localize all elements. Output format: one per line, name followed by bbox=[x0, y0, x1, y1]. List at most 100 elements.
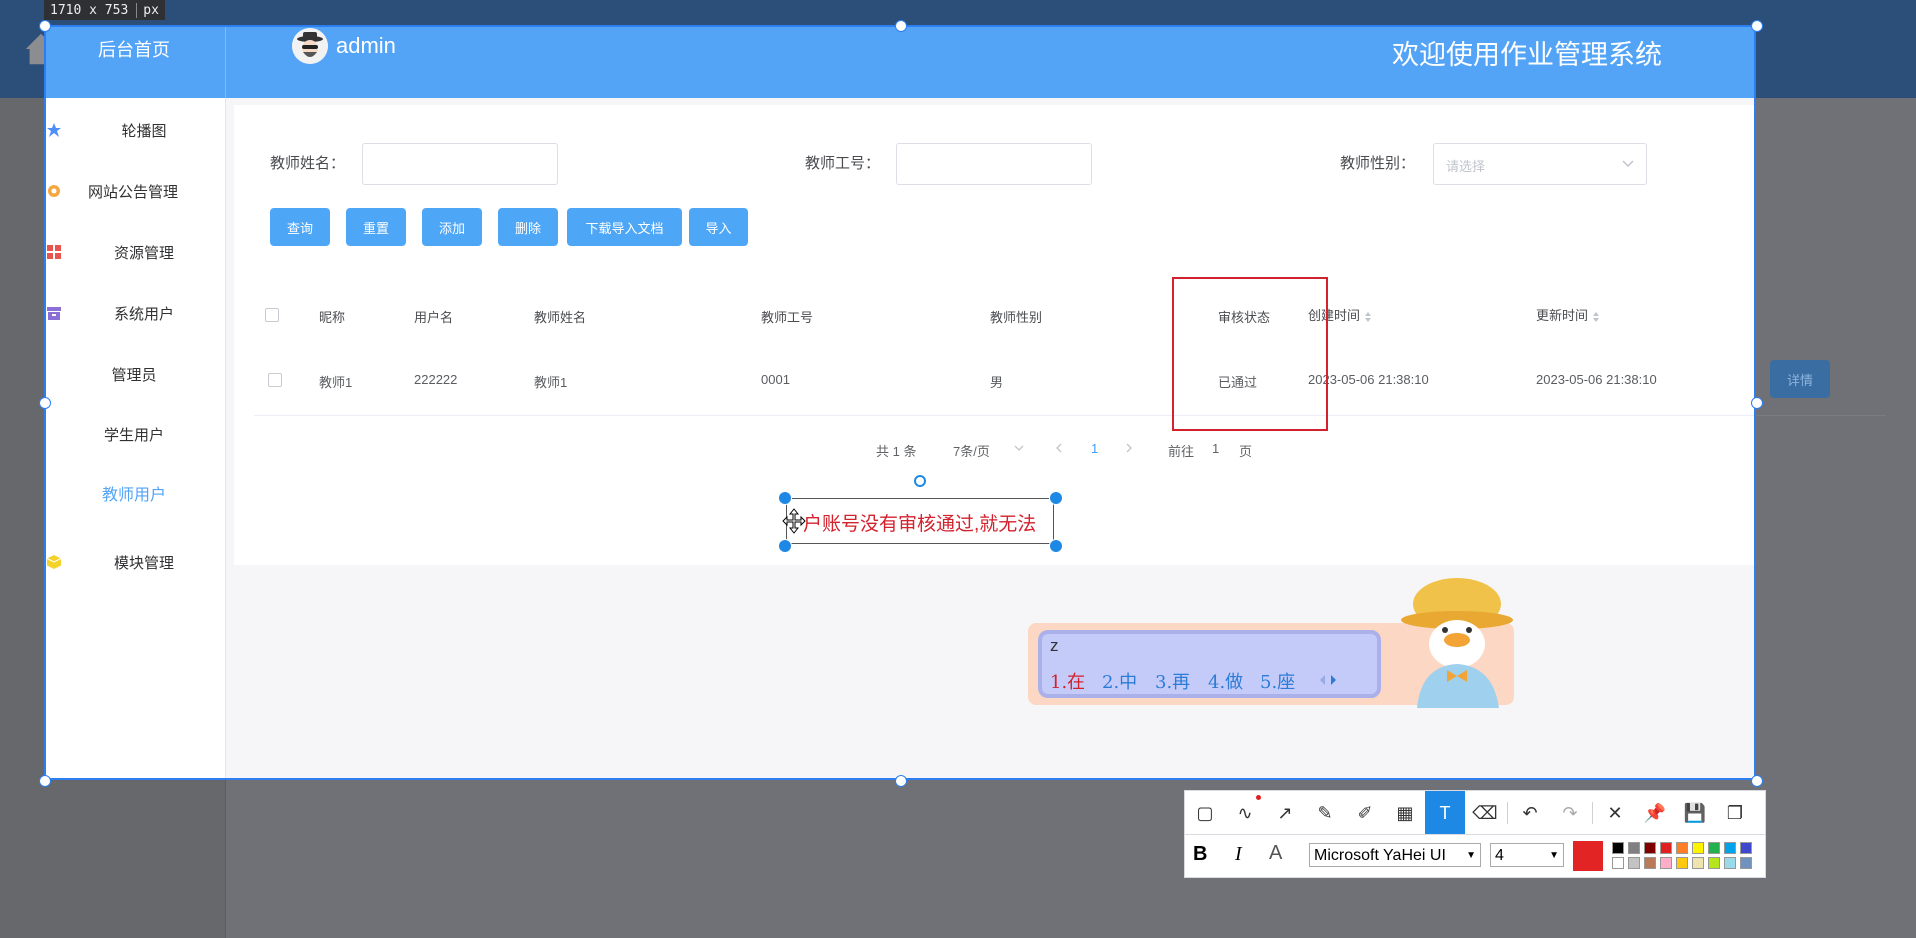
goto-page-input[interactable]: 1 bbox=[1212, 441, 1219, 456]
ime-candidate[interactable]: 5.座 bbox=[1260, 668, 1295, 694]
sidebar-item-announcements[interactable]: 网站公告管理 bbox=[44, 171, 225, 211]
resize-handle-icon[interactable] bbox=[1049, 539, 1063, 553]
download-template-button[interactable]: 下载导入文档 bbox=[567, 208, 682, 246]
color-swatch[interactable] bbox=[1628, 842, 1640, 854]
outline-text-icon[interactable]: A bbox=[1269, 842, 1282, 865]
shape-tool-icon[interactable]: ▢ bbox=[1185, 791, 1225, 835]
annotation-text[interactable]: 户账号没有审核通过,就无法 bbox=[803, 509, 1036, 536]
color-swatch[interactable] bbox=[1612, 857, 1624, 869]
mosaic-tool-icon[interactable]: ▦ bbox=[1385, 791, 1425, 835]
avatar[interactable] bbox=[292, 28, 328, 64]
current-color-swatch[interactable] bbox=[1573, 841, 1603, 871]
rotate-icon[interactable] bbox=[913, 474, 927, 488]
sidebar-item-system-users[interactable]: 系统用户 bbox=[44, 293, 225, 333]
selection-handle[interactable] bbox=[895, 20, 907, 32]
sort-icon[interactable] bbox=[1364, 311, 1372, 323]
sidebar-item-carousel[interactable]: 轮播图 bbox=[44, 110, 225, 150]
teacher-gender-label: 教师性别： bbox=[1340, 155, 1416, 172]
selection-handle[interactable] bbox=[1751, 397, 1763, 409]
import-button[interactable]: 导入 bbox=[689, 208, 748, 246]
annotation-text-box[interactable]: 户账号没有审核通过,就无法 bbox=[786, 498, 1054, 544]
color-swatch[interactable] bbox=[1660, 857, 1672, 869]
eraser-tool-icon[interactable]: ⌫ bbox=[1465, 791, 1505, 835]
color-swatch[interactable] bbox=[1612, 842, 1624, 854]
highlighter-tool-icon[interactable]: ✐ bbox=[1345, 791, 1385, 835]
pin-icon[interactable]: 📌 bbox=[1635, 791, 1675, 835]
selection-handle[interactable] bbox=[1751, 775, 1763, 787]
row-divider bbox=[254, 415, 1756, 416]
updated-time-header[interactable]: 更新时间 bbox=[1536, 305, 1600, 324]
font-size-select[interactable]: 4 ▼ bbox=[1490, 843, 1564, 867]
redo-icon[interactable]: ↷ bbox=[1550, 791, 1590, 835]
chevron-down-icon[interactable] bbox=[1014, 443, 1024, 453]
resize-handle-icon[interactable] bbox=[778, 491, 792, 505]
sidebar-item-admin[interactable]: 管理员 bbox=[44, 354, 225, 394]
sidebar-item-modules[interactable]: 模块管理 bbox=[44, 542, 225, 582]
detail-button[interactable]: 详情 bbox=[1770, 360, 1830, 398]
cell-username: 222222 bbox=[414, 372, 458, 387]
close-icon[interactable]: ✕ bbox=[1595, 791, 1635, 835]
selection-handle[interactable] bbox=[895, 775, 907, 787]
font-family-select[interactable]: Microsoft YaHei UI ▼ bbox=[1309, 843, 1481, 867]
color-swatch[interactable] bbox=[1708, 842, 1720, 854]
move-cursor-icon bbox=[782, 508, 806, 534]
color-swatch[interactable] bbox=[1676, 842, 1688, 854]
selection-handle[interactable] bbox=[39, 20, 51, 32]
selection-handle[interactable] bbox=[39, 775, 51, 787]
resize-handle-icon[interactable] bbox=[778, 539, 792, 553]
app-header: 后台首页 admin 欢迎使用作业管理系统 bbox=[44, 25, 1756, 98]
color-swatch[interactable] bbox=[1740, 857, 1752, 869]
text-options-toolbar: B I A Microsoft YaHei UI ▼ 4 ▼ bbox=[1184, 834, 1766, 878]
color-swatch[interactable] bbox=[1676, 857, 1688, 869]
selection-handle[interactable] bbox=[1751, 20, 1763, 32]
add-button[interactable]: 添加 bbox=[422, 208, 482, 246]
ime-candidate[interactable]: 1.在 bbox=[1050, 668, 1085, 694]
row-checkbox[interactable] bbox=[268, 373, 282, 387]
pencil-tool-icon[interactable]: ✎ bbox=[1305, 791, 1345, 835]
page-size-select[interactable]: 7条/页 bbox=[953, 441, 990, 460]
undo-icon[interactable]: ↶ bbox=[1510, 791, 1550, 835]
sidebar-item-student-users[interactable]: 学生用户 bbox=[44, 414, 225, 454]
dimension-label: 1710 x 753 px bbox=[44, 0, 165, 20]
toolbar-divider bbox=[1507, 802, 1508, 824]
color-swatch[interactable] bbox=[1660, 842, 1672, 854]
close-icon[interactable] bbox=[1049, 491, 1063, 505]
italic-icon[interactable]: I bbox=[1235, 843, 1242, 866]
text-tool-icon[interactable]: T bbox=[1425, 791, 1465, 835]
current-page[interactable]: 1 bbox=[1091, 441, 1098, 456]
sort-icon[interactable] bbox=[1592, 311, 1600, 323]
color-swatch[interactable] bbox=[1692, 857, 1704, 869]
color-swatch[interactable] bbox=[1708, 857, 1720, 869]
ime-candidate[interactable]: 2.中 bbox=[1102, 668, 1137, 694]
sidebar-item-teacher-users[interactable]: 教师用户 bbox=[44, 473, 225, 513]
bold-icon[interactable]: B bbox=[1193, 843, 1207, 866]
sidebar-item-resources[interactable]: 资源管理 bbox=[44, 232, 225, 272]
ime-candidate[interactable]: 4.做 bbox=[1208, 668, 1243, 694]
ime-candidate[interactable]: 3.再 bbox=[1155, 668, 1190, 694]
color-swatch[interactable] bbox=[1724, 857, 1736, 869]
page-arrows-icon[interactable] bbox=[1317, 672, 1341, 688]
delete-button[interactable]: 删除 bbox=[498, 208, 558, 246]
prev-page-icon[interactable] bbox=[1054, 443, 1064, 453]
header-username[interactable]: admin bbox=[336, 33, 396, 59]
color-swatch[interactable] bbox=[1692, 842, 1704, 854]
color-swatch[interactable] bbox=[1628, 857, 1640, 869]
next-page-icon[interactable] bbox=[1124, 443, 1134, 453]
query-button[interactable]: 查询 bbox=[270, 208, 330, 246]
color-swatch[interactable] bbox=[1740, 842, 1752, 854]
arrow-tool-icon[interactable]: ↗ bbox=[1265, 791, 1305, 835]
save-icon[interactable]: 💾 bbox=[1675, 791, 1715, 835]
annotation-rectangle[interactable] bbox=[1172, 277, 1328, 431]
home-link[interactable]: 后台首页 bbox=[76, 39, 192, 61]
teacher-gender-select[interactable]: 请选择 bbox=[1433, 143, 1647, 185]
teacher-name-input[interactable] bbox=[362, 143, 558, 185]
color-swatch[interactable] bbox=[1724, 842, 1736, 854]
color-swatch[interactable] bbox=[1644, 857, 1656, 869]
selection-handle[interactable] bbox=[39, 397, 51, 409]
copy-icon[interactable]: ❐ bbox=[1715, 791, 1755, 835]
teacher-id-input[interactable] bbox=[896, 143, 1092, 185]
select-all-checkbox[interactable] bbox=[265, 308, 279, 322]
active-dot bbox=[1256, 795, 1261, 800]
reset-button[interactable]: 重置 bbox=[346, 208, 406, 246]
color-swatch[interactable] bbox=[1644, 842, 1656, 854]
